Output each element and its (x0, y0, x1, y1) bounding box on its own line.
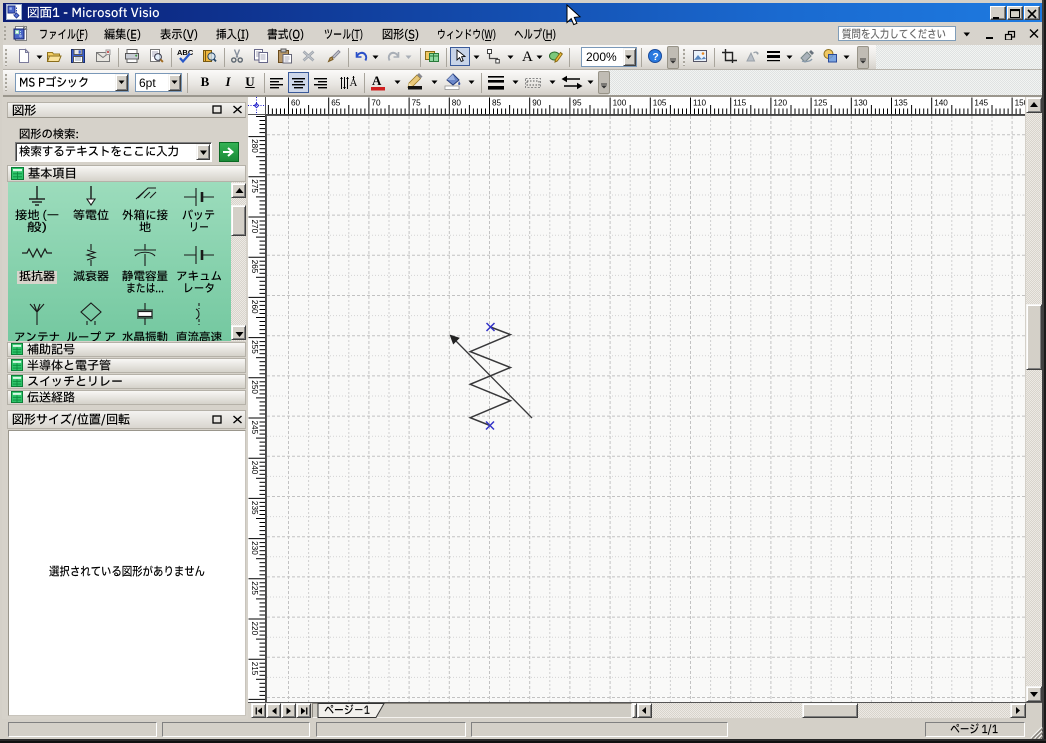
svg-text:ABC: ABC (177, 48, 193, 57)
svg-text:215: 215 (250, 662, 259, 676)
svg-text:265: 265 (250, 260, 259, 274)
svg-text:140: 140 (934, 99, 948, 108)
svg-text:105: 105 (653, 99, 667, 108)
svg-text:145: 145 (974, 99, 988, 108)
svg-text:85: 85 (492, 99, 502, 108)
svg-text:115: 115 (733, 99, 746, 108)
svg-text:225: 225 (250, 581, 259, 595)
svg-text:A: A (522, 49, 533, 64)
svg-text:130: 130 (854, 99, 868, 108)
svg-text:280: 280 (250, 139, 259, 153)
svg-text:125: 125 (814, 99, 828, 108)
svg-text:120: 120 (773, 99, 787, 108)
svg-text:65: 65 (331, 99, 341, 108)
svg-text:135: 135 (894, 99, 908, 108)
svg-text:?: ? (652, 51, 658, 63)
svg-text:260: 260 (250, 300, 259, 314)
svg-text:75: 75 (412, 99, 422, 108)
svg-text:220: 220 (250, 622, 259, 636)
svg-text:245: 245 (250, 421, 259, 435)
svg-text:230: 230 (250, 541, 259, 555)
svg-text:275: 275 (250, 179, 259, 193)
svg-text:110: 110 (693, 99, 706, 108)
svg-text:70: 70 (371, 99, 381, 108)
svg-text:60: 60 (291, 99, 301, 108)
svg-text:235: 235 (250, 501, 259, 515)
svg-text:270: 270 (250, 220, 259, 234)
svg-text:250: 250 (250, 380, 259, 394)
svg-text:255: 255 (250, 340, 259, 354)
svg-text:240: 240 (250, 461, 259, 475)
svg-text:95: 95 (572, 99, 582, 108)
svg-text:A: A (372, 73, 382, 88)
svg-text:150: 150 (1015, 99, 1025, 108)
svg-text:90: 90 (532, 99, 542, 108)
svg-text:100: 100 (613, 99, 627, 108)
svg-text:80: 80 (452, 99, 462, 108)
